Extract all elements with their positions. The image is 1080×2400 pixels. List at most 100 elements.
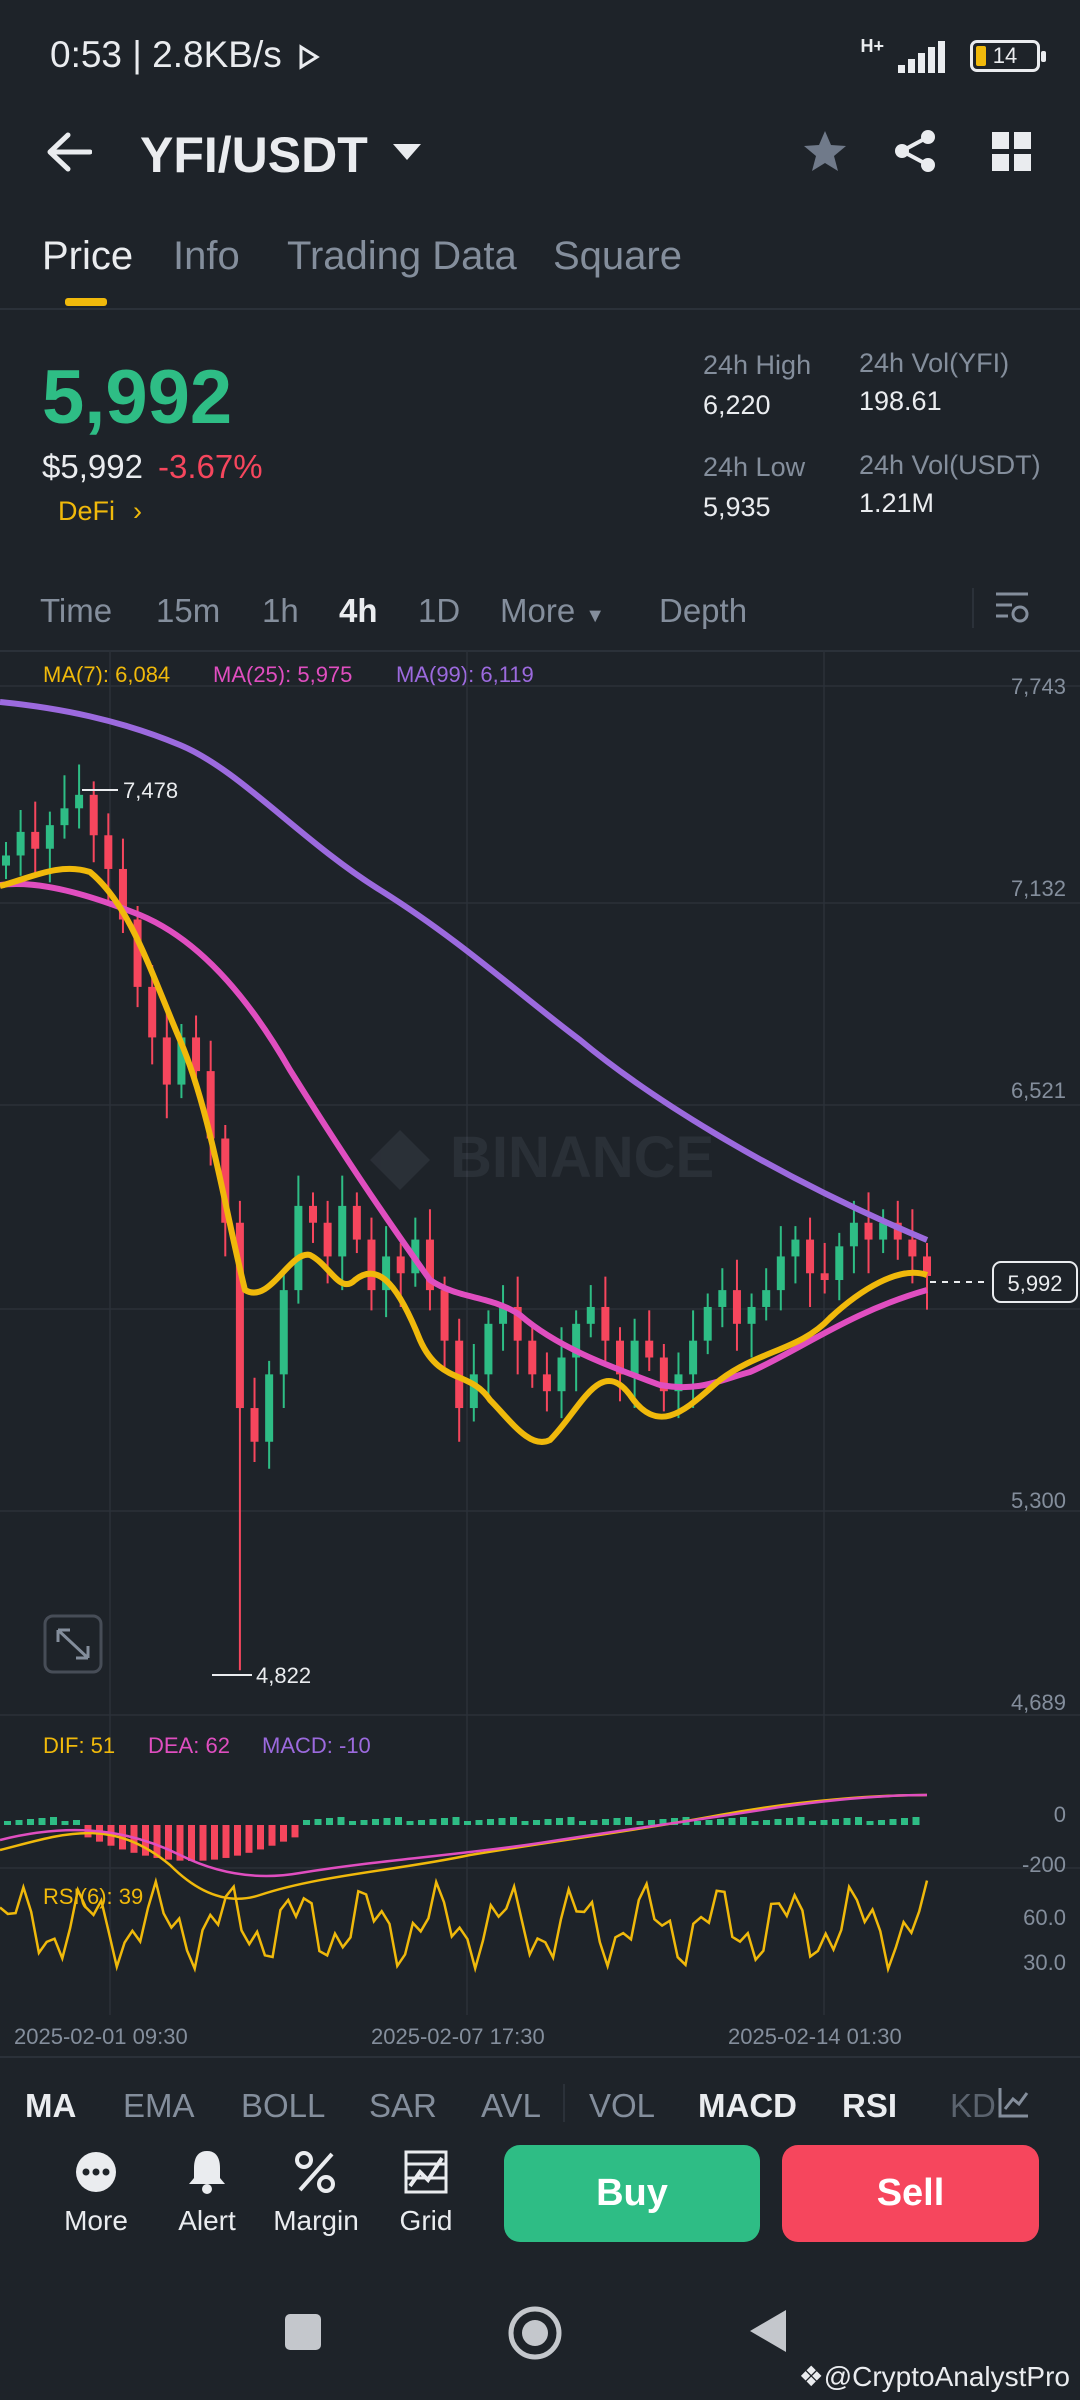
rsi-legend: RSI(6): 39	[43, 1884, 144, 1909]
more-icon[interactable]	[74, 2150, 118, 2194]
time-axis-label: 2025-02-07 17:30	[371, 2024, 545, 2049]
candle-body	[469, 1374, 478, 1409]
interval-4h[interactable]: 4h	[339, 592, 378, 630]
macd-bar	[165, 1825, 172, 1860]
macd-bar	[912, 1817, 920, 1825]
macd-bar	[774, 1819, 782, 1825]
pair-title[interactable]: YFI/USDT	[140, 126, 368, 184]
candle-body	[309, 1205, 317, 1223]
macd-bar	[521, 1821, 529, 1825]
share-icon[interactable]	[892, 128, 938, 174]
fullscreen-button[interactable]	[43, 1614, 103, 1674]
pair-dropdown-icon[interactable]	[393, 144, 421, 160]
macd-bar	[487, 1819, 494, 1825]
macd-bar	[464, 1821, 471, 1825]
interval-15m[interactable]: 15m	[156, 592, 220, 630]
candle-body	[791, 1239, 800, 1257]
candle-body	[601, 1306, 610, 1341]
indicator-avl[interactable]: AVL	[481, 2087, 541, 2125]
back-nav-icon[interactable]	[748, 2307, 788, 2355]
sell-button[interactable]: Sell	[782, 2145, 1039, 2242]
grid-bot-icon[interactable]	[404, 2150, 448, 2194]
buy-button[interactable]: Buy	[504, 2145, 760, 2242]
macd-bar	[383, 1818, 391, 1825]
macd-bar	[889, 1819, 897, 1825]
status-icons: H+ 14	[860, 36, 1046, 75]
indicator-ema[interactable]: EMA	[123, 2087, 195, 2125]
macd-bar	[602, 1819, 609, 1825]
macd-bar	[441, 1818, 448, 1825]
macd-bar	[556, 1818, 563, 1825]
macd-bar	[429, 1819, 437, 1825]
binance-logo-watermark: BINANCE	[370, 1125, 714, 1190]
interval-1h[interactable]: 1h	[262, 592, 299, 630]
tab-trading-data[interactable]: Trading Data	[287, 234, 517, 279]
interval-more[interactable]: More ▼	[500, 592, 605, 630]
candle-body	[849, 1222, 858, 1247]
grid-layout-icon[interactable]	[992, 132, 1032, 172]
tab-info[interactable]: Info	[173, 234, 240, 279]
candle-body	[732, 1290, 741, 1324]
more-label[interactable]: More	[36, 2205, 156, 2237]
back-arrow-icon[interactable]	[46, 132, 92, 172]
macd-bar	[349, 1821, 356, 1825]
candle-body	[89, 794, 98, 836]
macd-bar	[878, 1820, 885, 1825]
alert-label[interactable]: Alert	[147, 2205, 267, 2237]
current-price-tag-value: 5,992	[1007, 1271, 1062, 1296]
indicator-vol[interactable]: VOL	[589, 2087, 655, 2125]
macd-bar	[705, 1820, 713, 1825]
recent-apps-icon[interactable]	[283, 2312, 323, 2352]
alert-bell-icon[interactable]	[185, 2148, 229, 2194]
price-chart[interactable]: BINANCE 7,478 4,822 7,743 7,132 6,521 5,…	[0, 650, 1080, 2070]
price-axis-tick: 7,132	[1011, 876, 1066, 901]
favorite-star-icon[interactable]	[802, 128, 848, 174]
time-axis-label: 2025-02-01 09:30	[14, 2024, 188, 2049]
macd-bar	[510, 1817, 517, 1825]
indicator-ma[interactable]: MA	[25, 2087, 76, 2125]
macd-bar	[291, 1825, 299, 1838]
tab-price[interactable]: Price	[42, 234, 133, 279]
macd-bar	[751, 1821, 759, 1825]
indicator-kd[interactable]: KD	[950, 2087, 996, 2125]
candle-body	[250, 1408, 259, 1442]
macd-bar	[786, 1818, 793, 1825]
margin-label[interactable]: Margin	[256, 2205, 376, 2237]
candle-body	[820, 1273, 829, 1281]
macd-bar	[544, 1819, 552, 1825]
candle-body	[396, 1256, 405, 1274]
grid-label[interactable]: Grid	[366, 2205, 486, 2237]
macd-bar	[843, 1818, 851, 1825]
macd-bar	[199, 1825, 207, 1861]
indicator-rsi[interactable]: RSI	[842, 2087, 897, 2125]
tabs-divider	[0, 308, 1080, 310]
caret-down-icon: ▼	[585, 605, 605, 627]
macd-bar	[234, 1825, 241, 1856]
tab-square[interactable]: Square	[553, 234, 682, 279]
candle-body	[689, 1340, 698, 1375]
indicator-boll[interactable]: BOLL	[241, 2087, 325, 2125]
interval-more-label: More	[500, 592, 576, 629]
candle-body	[75, 794, 84, 809]
interval-time[interactable]: Time	[40, 592, 112, 630]
interval-1d[interactable]: 1D	[418, 592, 460, 630]
sector-tag[interactable]: DeFi ›	[58, 496, 142, 527]
indicator-settings-icon[interactable]	[997, 2085, 1031, 2119]
margin-percent-icon[interactable]	[294, 2150, 338, 2194]
macd-bar	[475, 1820, 483, 1825]
indicator-macd[interactable]: MACD	[698, 2087, 797, 2125]
time-axis-label: 2025-02-14 01:30	[728, 2024, 902, 2049]
home-icon[interactable]	[507, 2305, 563, 2361]
chart-settings-icon[interactable]	[994, 590, 1030, 626]
interval-depth[interactable]: Depth	[659, 592, 747, 630]
candle-body	[2, 855, 10, 866]
sector-tag-label: DeFi	[58, 496, 116, 526]
macd-bar	[866, 1821, 874, 1825]
indicator-sar[interactable]: SAR	[369, 2087, 437, 2125]
dea-line	[0, 1793, 928, 1878]
macd-bar	[188, 1825, 195, 1861]
candle-body	[162, 1037, 171, 1085]
macd-bar	[314, 1819, 322, 1825]
last-price: 5,992	[42, 355, 233, 440]
candle-body	[45, 825, 54, 849]
